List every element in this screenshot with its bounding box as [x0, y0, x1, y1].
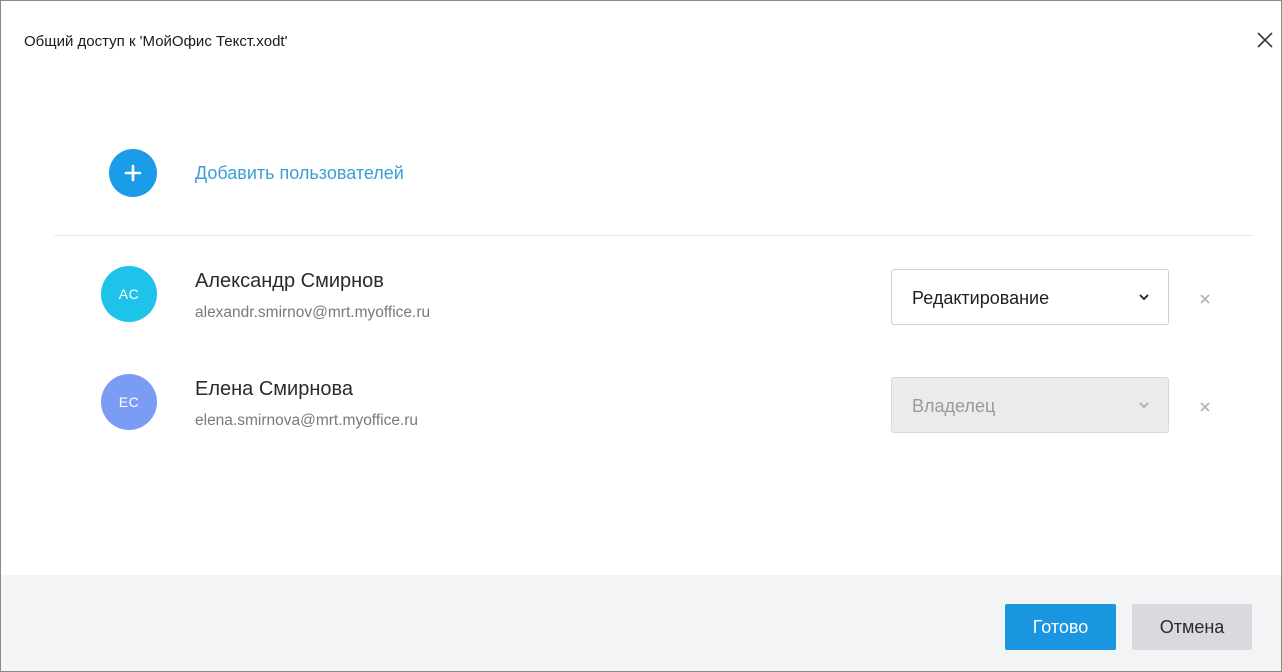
user-name: Елена Смирнова — [195, 378, 354, 400]
dialog-titlebar: Общий доступ к 'МойОфис Текст.xodt' — [1, 1, 1281, 81]
remove-user-button[interactable] — [1197, 399, 1213, 415]
divider — [54, 235, 1252, 236]
dialog-title: Общий доступ к 'МойОфис Текст.xodt' — [24, 33, 288, 50]
user-row: EC Елена Смирнова elena.smirnova@mrt.myo… — [1, 367, 1281, 437]
role-select-value: Владелец — [912, 396, 996, 416]
add-users-link[interactable]: Добавить пользователей — [195, 163, 404, 184]
role-select-disabled: Владелец — [891, 377, 1169, 433]
remove-user-icon — [1200, 294, 1210, 304]
avatar: EC — [101, 374, 157, 430]
done-button[interactable]: Готово — [1005, 604, 1116, 650]
avatar-initials: AC — [118, 286, 140, 302]
add-users-circle[interactable] — [109, 149, 157, 197]
role-select[interactable]: Редактирование — [891, 269, 1169, 325]
close-button[interactable] — [1253, 28, 1277, 52]
plus-icon — [124, 164, 142, 182]
role-select-value: Редактирование — [912, 288, 1050, 308]
avatar-initials: EC — [118, 394, 140, 410]
remove-user-icon — [1200, 402, 1210, 412]
close-icon — [1257, 32, 1273, 48]
user-name: Александр Смирнов — [195, 270, 384, 292]
add-users-button[interactable]: Добавить пользователей — [109, 149, 404, 197]
remove-user-button[interactable] — [1197, 291, 1213, 307]
user-row: AC Александр Смирнов alexandr.smirnov@mr… — [1, 259, 1281, 329]
user-email: alexandr.smirnov@mrt.myoffice.ru — [195, 304, 431, 321]
share-dialog: Общий доступ к 'МойОфис Текст.xodt' Доба… — [0, 0, 1282, 672]
chevron-down-icon — [1139, 294, 1149, 301]
cancel-button[interactable]: Отмена — [1132, 604, 1252, 650]
avatar: AC — [101, 266, 157, 322]
user-email: elena.smirnova@mrt.myoffice.ru — [195, 412, 419, 429]
dialog-footer: Готово Отмена — [1, 575, 1281, 671]
chevron-down-icon — [1139, 402, 1149, 409]
